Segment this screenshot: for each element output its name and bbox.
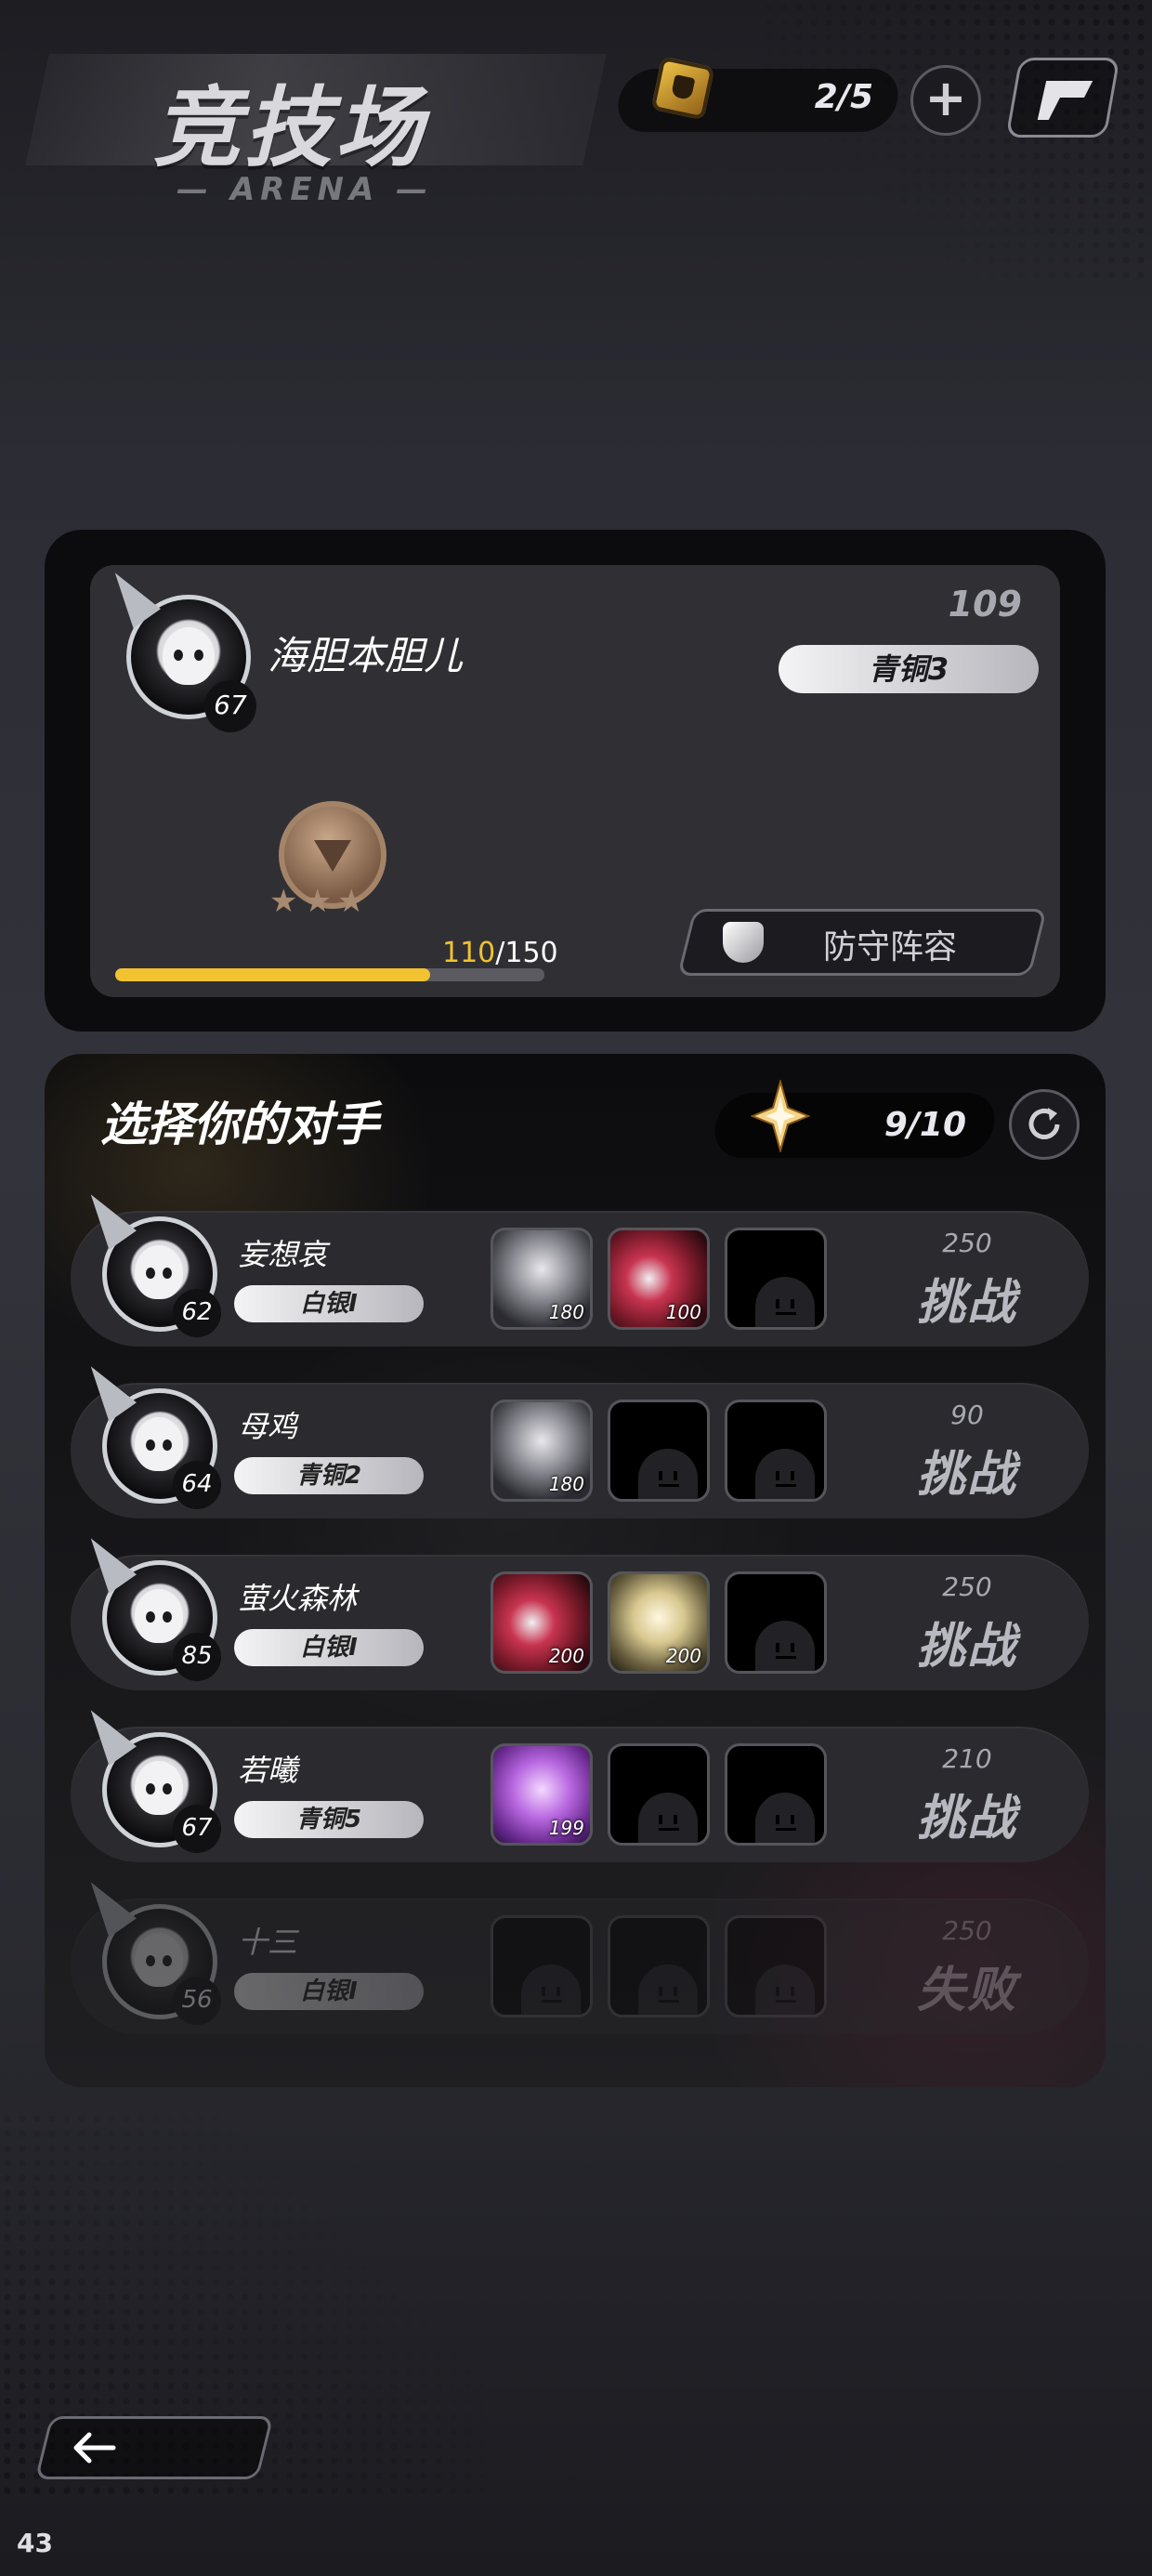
empty-unit-slot: [608, 1743, 710, 1846]
xp-text: 110/150: [442, 937, 558, 969]
xp-max: /150: [495, 937, 558, 969]
avatar-face: [135, 1589, 183, 1643]
empty-unit-slot: [725, 1743, 827, 1846]
opponent-reward-points: 210: [942, 1743, 992, 1774]
unit-power: 180: [548, 1473, 584, 1495]
opponent-reward-points: 90: [950, 1400, 984, 1430]
empty-unit-slot: [725, 1571, 827, 1674]
placeholder-icon: [755, 1621, 815, 1671]
flag-icon: [1037, 81, 1093, 120]
opponent-rank-badge: 青铜2: [234, 1457, 424, 1494]
opponent-row[interactable]: 67 若曦 青铜5 199 210 挑战: [71, 1701, 1089, 1862]
shield-icon: [723, 922, 764, 963]
refresh-button[interactable]: [1009, 1089, 1080, 1160]
refresh-count: 9/10: [884, 1106, 966, 1144]
halftone-decoration: [762, 0, 1152, 279]
empty-unit-slot: [608, 1400, 710, 1502]
placeholder-icon: [755, 1965, 815, 2015]
empty-unit-slot: [725, 1915, 827, 2017]
opponent-unit-card: 180: [491, 1400, 593, 1502]
opponent-name: 十三: [238, 1925, 298, 1960]
opponent-name: 母鸡: [238, 1409, 298, 1444]
xp-progress-bar: [115, 968, 544, 981]
empty-unit-slot: [725, 1228, 827, 1330]
page-subtitle: — ARENA —: [177, 171, 434, 208]
opponent-reward-points: 250: [942, 1228, 992, 1258]
opponent-row[interactable]: 64 母鸡 青铜2 180 90 挑战: [71, 1357, 1089, 1518]
opponent-level: 56: [173, 1977, 221, 2025]
empty-unit-slot: [608, 1915, 710, 2017]
placeholder-icon: [755, 1277, 815, 1327]
opponent-unit-card: 180: [491, 1228, 593, 1330]
rank-stars-icon: ★★★: [269, 883, 372, 920]
xp-progress-fill: [115, 968, 430, 981]
avatar-face: [163, 627, 215, 685]
opponent-unit-card: 200: [491, 1571, 593, 1674]
challenge-button[interactable]: 挑战: [879, 1263, 1055, 1333]
placeholder-icon: [638, 1965, 698, 2015]
fps-counter: 43: [17, 2528, 53, 2558]
opponent-level: 64: [173, 1461, 221, 1509]
add-tickets-button[interactable]: +: [910, 65, 981, 136]
opponent-name: 若曦: [238, 1753, 298, 1788]
opponent-rank-badge: 白银I: [234, 1285, 424, 1322]
page-title: 竞技场: [153, 78, 427, 179]
empty-unit-slot: [725, 1400, 827, 1502]
player-score: 109: [948, 584, 1022, 624]
placeholder-icon: [638, 1793, 698, 1843]
placeholder-icon: [755, 1793, 815, 1843]
opponent-name: 萤火森林: [238, 1581, 358, 1616]
unit-power: 199: [548, 1817, 584, 1839]
unit-power: 180: [548, 1301, 584, 1323]
opponent-row[interactable]: 85 萤火森林 白银I 200 200 250 挑战: [71, 1529, 1089, 1690]
challenge-button[interactable]: 挑战: [879, 1779, 1055, 1848]
opponent-unit-card: 100: [608, 1228, 710, 1330]
opponent-reward-points: 250: [942, 1571, 992, 1602]
challenge-button[interactable]: 挑战: [879, 1435, 1055, 1505]
opponent-section-title: 选择你的对手: [100, 1097, 379, 1151]
opponent-level: 85: [173, 1633, 221, 1681]
challenge-button[interactable]: 挑战: [879, 1607, 1055, 1676]
unit-power: 200: [548, 1645, 584, 1667]
unit-power: 100: [665, 1301, 701, 1323]
refresh-icon: [1028, 1108, 1060, 1139]
avatar-face: [135, 1245, 183, 1299]
xp-current: 110: [442, 937, 496, 969]
refresh-token-icon: [751, 1080, 810, 1152]
opponent-level: 67: [173, 1805, 221, 1853]
challenge-button[interactable]: 失败: [879, 1951, 1055, 2020]
opponent-rank-badge: 白银I: [234, 1973, 424, 2010]
opponent-reward-points: 250: [942, 1915, 992, 1946]
opponent-level: 62: [173, 1289, 221, 1337]
opponent-row[interactable]: 56 十三 白银I 250 失败: [71, 1873, 1089, 2034]
back-arrow-icon: [73, 2432, 116, 2464]
avatar-face: [135, 1933, 183, 1987]
opponent-rank-badge: 白银I: [234, 1629, 424, 1666]
player-name: 海胆本胆儿: [268, 633, 464, 678]
empty-unit-slot: [491, 1915, 593, 2017]
placeholder-icon: [755, 1449, 815, 1499]
avatar-face: [135, 1417, 183, 1471]
ticket-count: 2/5: [814, 78, 873, 116]
placeholder-icon: [521, 1965, 581, 2015]
defense-lineup-label: 防守阵容: [823, 928, 958, 966]
opponent-rank-badge: 青铜5: [234, 1801, 424, 1838]
flag-button[interactable]: [1005, 58, 1120, 138]
opponent-row[interactable]: 62 妄想哀 白银I 180 100 250 挑战: [71, 1185, 1089, 1347]
player-level: 67: [204, 680, 256, 732]
opponent-name: 妄想哀: [238, 1237, 328, 1272]
unit-power: 200: [665, 1645, 701, 1667]
avatar-face: [135, 1761, 183, 1815]
player-rank-badge: 青铜3: [779, 645, 1039, 693]
opponent-unit-card: 199: [491, 1743, 593, 1846]
placeholder-icon: [638, 1449, 698, 1499]
opponent-unit-card: 200: [608, 1571, 710, 1674]
ticket-icon: [650, 56, 715, 121]
